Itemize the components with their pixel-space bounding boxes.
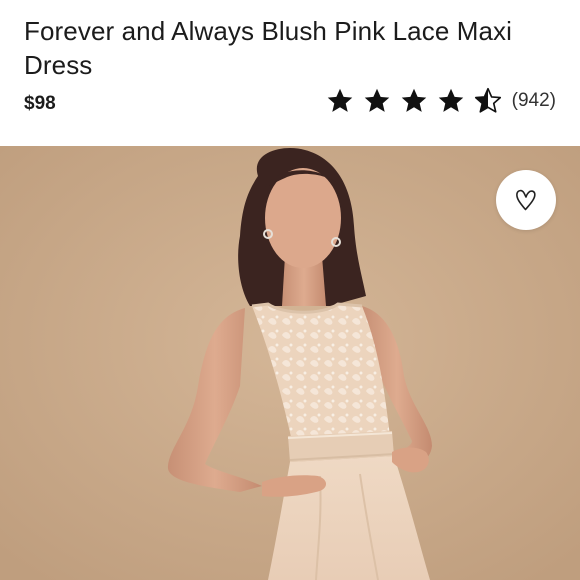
star-full-icon [400, 87, 428, 115]
star-full-icon [363, 87, 391, 115]
favorite-button[interactable] [496, 170, 556, 230]
star-full-icon [437, 87, 465, 115]
product-header: Forever and Always Blush Pink Lace Maxi … [0, 0, 580, 146]
review-count[interactable]: (942) [512, 90, 556, 112]
star-full-icon [326, 87, 354, 115]
product-image[interactable] [0, 146, 580, 580]
star-half-icon [474, 87, 502, 115]
heart-outline-icon [516, 189, 536, 211]
model-photo [0, 146, 580, 580]
product-title: Forever and Always Blush Pink Lace Maxi … [24, 16, 513, 80]
product-rating[interactable]: (942) [326, 86, 556, 116]
product-price: $98 [24, 93, 56, 114]
